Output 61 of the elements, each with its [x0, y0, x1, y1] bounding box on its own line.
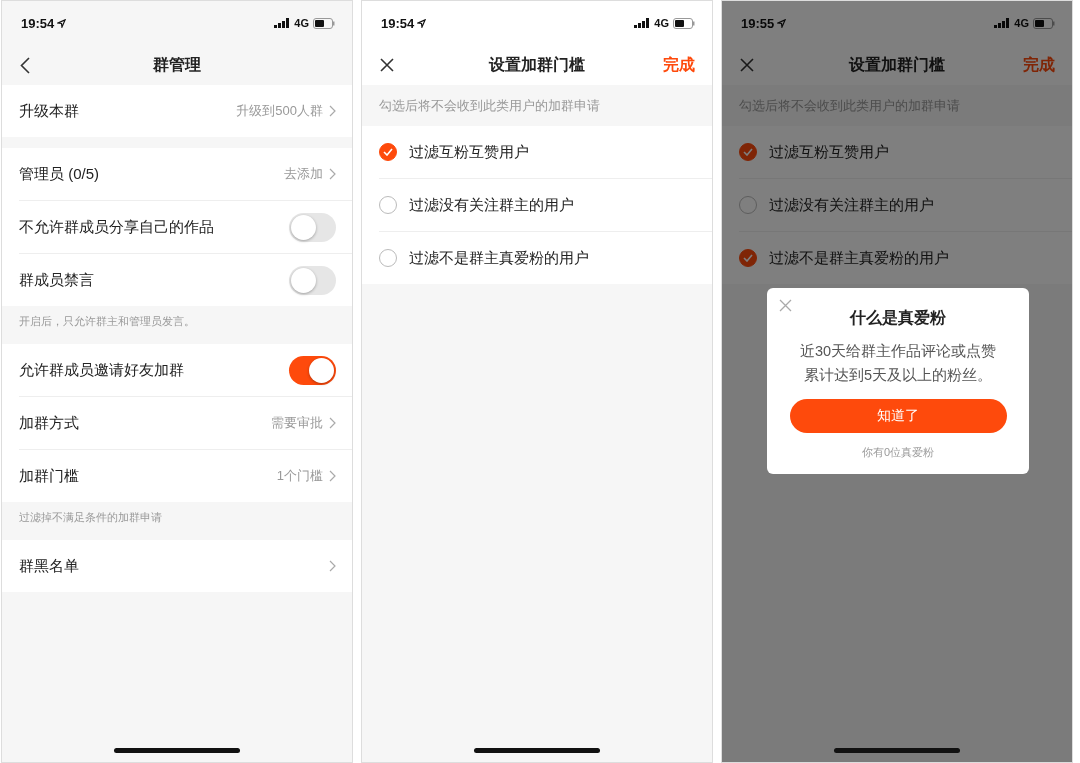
fan-count-text: 你有0位真爱粉 — [861, 445, 935, 460]
chevron-icon — [329, 470, 336, 482]
signal-icon — [634, 18, 651, 28]
setting-value: 去添加 — [284, 165, 323, 183]
option-label: 过滤没有关注群主的用户 — [409, 195, 574, 215]
section-footnote: 过滤掉不满足条件的加群申请 — [18, 510, 163, 525]
checkmark-icon — [743, 254, 753, 262]
done-button[interactable]: 完成 — [657, 53, 712, 77]
screen-title: 群管理 — [152, 54, 202, 75]
chevron-icon — [329, 168, 336, 180]
got-it-button[interactable]: 知道了 — [789, 399, 1007, 433]
network-label: 4G — [654, 17, 669, 29]
checkbox[interactable] — [739, 143, 757, 161]
setting-label: 群黑名单 — [19, 556, 80, 576]
screen-title: 设置加群门槛 — [487, 54, 586, 75]
location-arrow-icon — [417, 18, 427, 28]
option-label: 过滤不是群主真爱粉的用户 — [769, 248, 949, 268]
setting-label: 加群方式 — [19, 413, 80, 433]
dialog-title: 什么是真爱粉 — [850, 308, 946, 328]
setting-label: 群成员禁言 — [19, 270, 95, 290]
setting-label: 管理员 (0/5) — [19, 164, 100, 184]
signal-icon — [994, 18, 1011, 28]
location-arrow-icon — [57, 18, 67, 28]
checkbox[interactable] — [739, 249, 757, 267]
toggle-switch[interactable] — [289, 265, 336, 295]
setting-label: 不允许群成员分享自己的作品 — [19, 217, 215, 237]
setting-value: 升级到500人群 — [236, 102, 323, 120]
option-label: 过滤不是群主真爱粉的用户 — [409, 248, 589, 268]
setting-label: 加群门槛 — [19, 466, 80, 486]
toggle-switch[interactable] — [289, 212, 336, 242]
setting-value: 需要审批 — [271, 414, 323, 432]
section-footnote: 开启后，只允许群主和管理员发言。 — [18, 314, 196, 329]
screen-title: 设置加群门槛 — [847, 54, 946, 75]
battery-icon — [313, 17, 335, 29]
toggle-switch[interactable] — [289, 355, 336, 385]
chevron-icon — [329, 105, 336, 117]
network-label: 4G — [294, 17, 309, 29]
chevron-icon — [329, 560, 336, 572]
setting-label: 升级本群 — [19, 101, 80, 121]
network-label: 4G — [1014, 17, 1029, 29]
chevron-icon — [329, 417, 336, 429]
setting-value: 1个门槛 — [276, 467, 323, 485]
status-time: 19:55 — [741, 15, 775, 31]
option-label: 过滤没有关注群主的用户 — [769, 195, 934, 215]
option-label: 过滤互粉互赞用户 — [409, 142, 529, 162]
done-button[interactable]: 完成 — [1017, 53, 1072, 77]
setting-label: 允许群成员邀请好友加群 — [19, 360, 185, 380]
battery-icon — [1033, 17, 1055, 29]
close-icon[interactable] — [380, 58, 394, 72]
back-icon[interactable] — [20, 56, 30, 74]
dialog-message: 近30天给群主作品评论或点赞累计达到5天及以上的粉丝。 — [798, 342, 998, 385]
hint-text: 勾选后将不会收到此类用户的加群申请 — [378, 96, 601, 115]
checkbox[interactable] — [379, 143, 397, 161]
status-time: 19:54 — [21, 15, 55, 31]
location-arrow-icon — [777, 18, 787, 28]
option-label: 过滤互粉互赞用户 — [769, 142, 889, 162]
battery-icon — [673, 17, 695, 29]
status-time: 19:54 — [381, 15, 415, 31]
checkmark-icon — [383, 148, 393, 156]
checkmark-icon — [743, 148, 753, 156]
signal-icon — [274, 18, 291, 28]
